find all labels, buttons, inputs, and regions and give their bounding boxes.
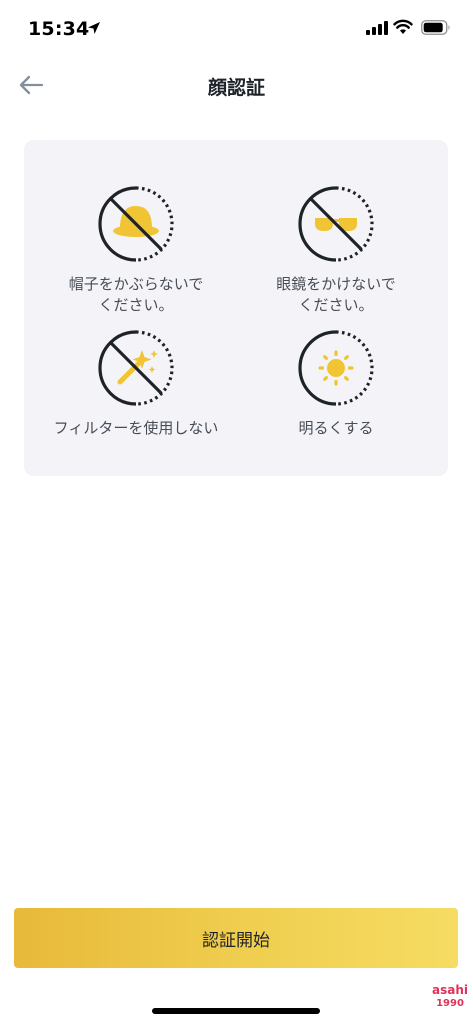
tips-card: 帽子をかぶらないで ください。 眼鏡をかけないで ください。 フィルターを使用し… [24,140,448,476]
tip-label: 明るくする [298,419,374,437]
status-bar: 15:34 [0,0,473,60]
no-hat-icon [98,186,174,262]
tip-label: フィルターを使用しない [53,419,219,437]
tip-no-hat: 帽子をかぶらないで ください。 [36,184,236,316]
tip-no-glasses: 眼鏡をかけないで ください。 [236,184,436,316]
location-arrow-icon [88,22,100,34]
brightness-icon [298,330,374,406]
no-glasses-icon [298,186,374,262]
battery-icon [421,20,450,35]
header: 顔認証 [0,60,473,110]
tip-label: 眼鏡をかけないで ください。 [276,275,396,314]
cellular-signal-icon [366,21,388,35]
wifi-icon [393,19,413,34]
home-indicator [152,1008,320,1014]
watermark-line1: asahi [432,983,468,997]
start-verification-button[interactable]: 認証開始 [14,908,458,968]
watermark-line2: 1990 [436,998,464,1009]
no-filter-icon [98,330,174,406]
face-verification-screen: 15:34 顔認証 帽子をかぶらないで ください。 眼鏡をかけないで ください。… [0,0,473,1024]
tip-brighten: 明るくする [236,328,436,439]
tip-no-filter: フィルターを使用しない [36,328,236,439]
watermark: asahi 1990 [432,984,468,1010]
tip-label: 帽子をかぶらないで ください。 [68,275,204,314]
page-title: 顔認証 [207,77,265,99]
status-time: 15:34 [28,18,90,40]
